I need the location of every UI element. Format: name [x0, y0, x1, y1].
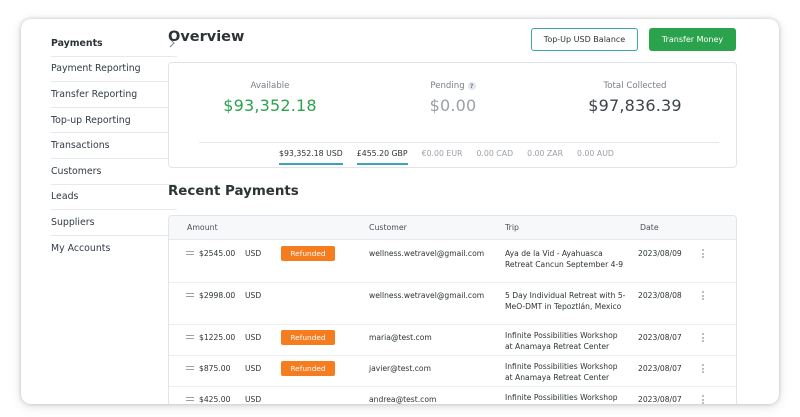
table-row[interactable]: $2998.00 USD wellness.wetravel@gmail.com…: [169, 283, 736, 325]
drag-handle-icon[interactable]: [186, 366, 194, 372]
sidebar-item-customers[interactable]: Customers: [51, 159, 177, 185]
column-header-date[interactable]: Date: [640, 223, 659, 232]
customer-cell: wellness.wetravel@gmail.com: [369, 249, 485, 258]
sidebar-item-topup-reporting[interactable]: Top-up Reporting: [51, 108, 177, 134]
sidebar-item-my-accounts[interactable]: My Accounts: [51, 236, 177, 262]
help-icon[interactable]: ?: [467, 82, 476, 90]
sidebar-item-label: Leads: [51, 191, 79, 203]
date-cell: 2023/08/07: [638, 364, 682, 373]
currency-cell: USD: [245, 364, 262, 373]
total-collected-label: Total Collected: [603, 81, 667, 91]
trip-cell: Infinite Possibilities Workshop at Anama…: [505, 362, 618, 382]
trip-cell: 5 Day Individual Retreat with 5-MeO-DMT …: [505, 291, 626, 311]
customer-cell: wellness.wetravel@gmail.com: [369, 291, 485, 300]
total-collected-stat: Total Collected $97,836.39: [550, 81, 720, 115]
topup-balance-button[interactable]: Top-Up USD Balance: [531, 28, 638, 51]
sidebar-item-payments[interactable]: Payments: [51, 31, 177, 57]
available-stat: Available $93,352.18: [185, 81, 355, 115]
pending-stat: Pending ? $0.00: [368, 81, 538, 115]
table-row[interactable]: $1225.00 USD Refunded maria@test.com Inf…: [169, 325, 736, 356]
sidebar-item-label: Transfer Reporting: [51, 88, 138, 100]
pending-label: Pending: [430, 81, 465, 91]
date-cell: 2023/08/09: [638, 249, 682, 258]
currency-cell: USD: [245, 333, 262, 342]
more-options-icon[interactable]: [702, 364, 705, 374]
more-options-icon[interactable]: [702, 249, 705, 259]
date-cell: 2023/08/07: [638, 395, 682, 404]
sidebar-item-label: Suppliers: [51, 216, 95, 228]
drag-handle-icon[interactable]: [186, 335, 194, 341]
more-options-icon[interactable]: [702, 333, 705, 343]
customer-cell: andrea@test.com: [369, 395, 437, 404]
currency-cell: USD: [245, 395, 262, 404]
total-collected-value: $97,836.39: [588, 96, 682, 115]
currency-tab-zar[interactable]: 0.00 ZAR: [527, 146, 563, 165]
sidebar-item-label: Top-up Reporting: [51, 114, 131, 126]
sidebar-item-label: Transactions: [51, 140, 110, 152]
currency-tab-gbp[interactable]: £455.20 GBP: [356, 146, 408, 165]
status-badge: Refunded: [281, 246, 335, 261]
customer-cell: maria@test.com: [369, 333, 432, 342]
pending-value: $0.00: [429, 96, 477, 115]
sidebar-item-label: Customers: [51, 165, 102, 177]
currency-cell: USD: [245, 249, 262, 258]
table-row[interactable]: $2545.00 USD Refunded wellness.wetravel@…: [169, 241, 736, 283]
recent-payments-table: Amount Customer Trip Date $2545.00 USD R…: [168, 215, 737, 404]
column-header-customer[interactable]: Customer: [369, 223, 407, 232]
more-options-icon[interactable]: [702, 395, 705, 404]
sidebar-item-label: Payment Reporting: [51, 63, 141, 75]
sidebar-item-transfer-reporting[interactable]: Transfer Reporting: [51, 82, 177, 108]
app-window: Payments Payment Reporting Transfer Repo…: [21, 19, 779, 404]
drag-handle-icon[interactable]: [186, 293, 194, 299]
trip-cell: Infinite Possibilities Workshop: [505, 393, 618, 402]
transfer-money-button[interactable]: Transfer Money: [649, 28, 736, 51]
column-header-trip[interactable]: Trip: [505, 223, 519, 232]
currency-tab-usd[interactable]: $93,352.18 USD: [279, 146, 343, 165]
amount-cell: $425.00: [199, 395, 231, 404]
date-cell: 2023/08/08: [638, 291, 682, 300]
date-cell: 2023/08/07: [638, 333, 682, 342]
sidebar-item-label: My Accounts: [51, 243, 111, 255]
available-value: $93,352.18: [223, 96, 317, 115]
balance-card: Available $93,352.18 Pending ? $0.00 Tot…: [168, 62, 737, 168]
column-header-amount[interactable]: Amount: [187, 223, 218, 232]
recent-payments-title: Recent Payments: [168, 184, 299, 199]
more-options-icon[interactable]: [702, 291, 705, 301]
available-label: Available: [250, 81, 290, 91]
table-header: Amount Customer Trip Date: [169, 216, 736, 240]
amount-cell: $1225.00: [199, 333, 236, 342]
sidebar-item-leads[interactable]: Leads: [51, 185, 177, 211]
status-badge: Refunded: [281, 361, 335, 376]
amount-cell: $875.00: [199, 364, 231, 373]
currency-tab-eur[interactable]: €0.00 EUR: [422, 146, 463, 165]
sidebar-item-suppliers[interactable]: Suppliers: [51, 210, 177, 236]
divider: [199, 142, 719, 143]
sidebar: Payments Payment Reporting Transfer Repo…: [51, 31, 177, 261]
trip-cell: Infinite Possibilities Workshop at Anama…: [505, 331, 618, 351]
currency-cell: USD: [245, 291, 262, 300]
amount-cell: $2545.00: [199, 249, 236, 258]
amount-cell: $2998.00: [199, 291, 236, 300]
table-row[interactable]: $875.00 USD Refunded javier@test.com Inf…: [169, 356, 736, 387]
customer-cell: javier@test.com: [369, 364, 431, 373]
currency-tab-cad[interactable]: 0.00 CAD: [476, 146, 513, 165]
table-row[interactable]: $425.00 USD andrea@test.com Infinite Pos…: [169, 387, 736, 404]
drag-handle-icon[interactable]: [186, 397, 194, 403]
currency-tab-aud[interactable]: 0.00 AUD: [577, 146, 614, 165]
sidebar-item-payment-reporting[interactable]: Payment Reporting: [51, 57, 177, 83]
drag-handle-icon[interactable]: [186, 251, 194, 257]
page-title: Overview: [168, 29, 245, 45]
sidebar-item-label: Payments: [51, 37, 103, 49]
sidebar-item-transactions[interactable]: Transactions: [51, 133, 177, 159]
currency-tabs: $93,352.18 USD £455.20 GBP €0.00 EUR 0.0…: [279, 146, 628, 165]
trip-cell: Aya de la Vid - Ayahuasca Retreat Cancun…: [505, 249, 624, 269]
status-badge: Refunded: [281, 330, 335, 345]
